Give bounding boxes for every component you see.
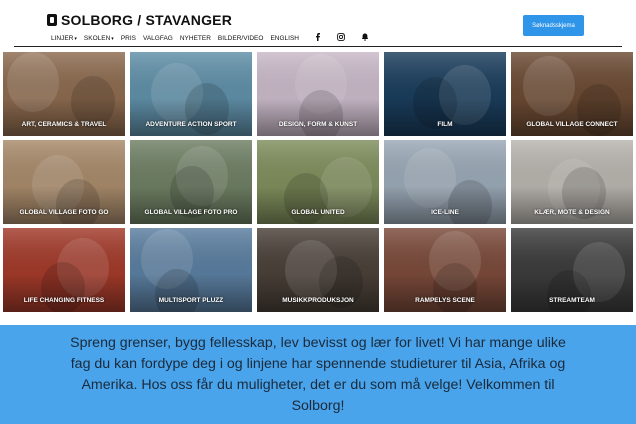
nav-item-linjer[interactable]: LINJER▾	[51, 35, 77, 42]
bell-icon[interactable]	[361, 33, 369, 43]
program-tile[interactable]: LIFE CHANGING FITNESS	[3, 228, 125, 312]
program-tile[interactable]: ICE-LINE	[384, 140, 506, 224]
header-divider	[14, 46, 622, 47]
facebook-icon[interactable]	[315, 33, 321, 43]
program-tile[interactable]: RAMPELYS SCENE	[384, 228, 506, 312]
nav-label: SKOLEN	[83, 34, 111, 42]
tile-label: GLOBAL VILLAGE FOTO PRO	[144, 209, 238, 216]
program-tile[interactable]: DESIGN, FORM & KUNST	[257, 52, 379, 136]
intro-text: Spreng grenser, bygg fellesskap, lev bev…	[70, 334, 566, 414]
program-tile[interactable]: FILM	[384, 52, 506, 136]
program-tile[interactable]: ART, CERAMICS & TRAVEL	[3, 52, 125, 136]
program-tile[interactable]: GLOBAL VILLAGE FOTO GO	[3, 140, 125, 224]
tile-label: FILM	[437, 121, 453, 128]
chevron-down-icon: ▾	[74, 35, 77, 42]
tile-label: MUSIKKPRODUKSJON	[282, 297, 354, 304]
program-tile[interactable]: GLOBAL VILLAGE FOTO PRO	[130, 140, 252, 224]
tile-label: GLOBAL VILLAGE CONNECT	[526, 121, 618, 128]
program-tile[interactable]: STREAMTEAM	[511, 228, 633, 312]
tile-label: GLOBAL UNITED	[291, 209, 345, 216]
application-form-button[interactable]: Søknadsskjema	[523, 15, 584, 36]
nav-item-skolen[interactable]: SKOLEN▾	[84, 35, 114, 42]
nav-item-nyheter[interactable]: NYHETER	[180, 35, 211, 42]
nav-label: LINJER	[51, 34, 74, 42]
logo-icon	[47, 14, 57, 26]
nav-item-pris[interactable]: PRIS	[121, 35, 136, 42]
site-logo[interactable]: SOLBORG / STAVANGER	[47, 12, 232, 28]
nav-item-valgfag[interactable]: VALGFAG	[143, 35, 173, 42]
tile-label: STREAMTEAM	[549, 297, 595, 304]
main-nav: LINJER▾ SKOLEN▾ PRIS VALGFAG NYHETER BIL…	[51, 33, 369, 43]
program-tile[interactable]: GLOBAL UNITED	[257, 140, 379, 224]
program-tile[interactable]: GLOBAL VILLAGE CONNECT	[511, 52, 633, 136]
nav-item-bilder-video[interactable]: BILDER/VIDEO	[218, 35, 264, 42]
tile-label: ICE-LINE	[431, 209, 459, 216]
tile-label: ADVENTURE ACTION SPORT	[145, 121, 237, 128]
logo-text: SOLBORG / STAVANGER	[61, 12, 233, 28]
tile-label: MULTISPORT PLUZZ	[158, 297, 224, 304]
intro-banner: Spreng grenser, bygg fellesskap, lev bev…	[0, 325, 636, 424]
tile-label: DESIGN, FORM & KUNST	[278, 121, 358, 128]
program-tile[interactable]: KLÆR, MOTE & DESIGN	[511, 140, 633, 224]
site-header: SOLBORG / STAVANGER LINJER▾ SKOLEN▾ PRIS…	[0, 0, 636, 48]
program-tile[interactable]: MULTISPORT PLUZZ	[130, 228, 252, 312]
tile-label: ART, CERAMICS & TRAVEL	[21, 121, 107, 128]
program-tile[interactable]: MUSIKKPRODUKSJON	[257, 228, 379, 312]
program-tile-grid: ART, CERAMICS & TRAVEL ADVENTURE ACTION S…	[3, 52, 633, 312]
tile-label: RAMPELYS SCENE	[415, 297, 475, 304]
program-tile[interactable]: ADVENTURE ACTION SPORT	[130, 52, 252, 136]
tile-label: KLÆR, MOTE & DESIGN	[534, 209, 610, 216]
instagram-icon[interactable]	[337, 33, 345, 43]
tile-label: GLOBAL VILLAGE FOTO GO	[19, 209, 109, 216]
nav-item-english[interactable]: ENGLISH	[270, 35, 299, 42]
chevron-down-icon: ▾	[111, 35, 114, 42]
tile-label: LIFE CHANGING FITNESS	[23, 297, 105, 304]
